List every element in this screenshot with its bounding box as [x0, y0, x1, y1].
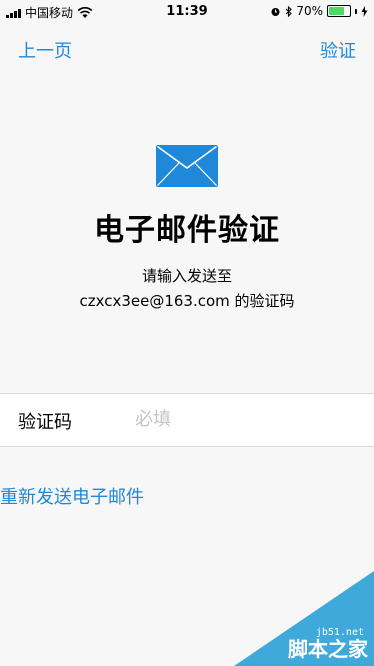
nav-bar: 上一页 验证 [0, 22, 374, 72]
battery-icon [327, 5, 351, 17]
watermark-logo: 脚本之家 [288, 637, 368, 661]
code-label: 验证码 [18, 412, 72, 433]
page-title: 电子邮件验证 [94, 213, 280, 248]
resend-email-link[interactable]: 重新发送电子邮件 [0, 483, 144, 509]
battery-fill [329, 7, 345, 15]
status-right: 70% [270, 4, 368, 18]
battery-percent: 70% [296, 4, 323, 18]
charging-icon [361, 5, 368, 17]
alarm-icon [271, 7, 280, 16]
envelope-icon [156, 145, 218, 187]
status-bar: 中国移动 11:39 70% [0, 0, 374, 22]
battery-cap [355, 8, 357, 14]
verification-code-row: 验证码 [0, 393, 374, 447]
description-line-1: 请输入发送至 [141, 267, 232, 285]
bluetooth-icon [285, 5, 293, 17]
back-button[interactable]: 上一页 [18, 37, 72, 63]
verification-code-input[interactable] [135, 404, 355, 434]
description-line-2: czxcx3ee@163.com 的验证码 [79, 292, 295, 310]
verify-button[interactable]: 验证 [320, 37, 356, 63]
